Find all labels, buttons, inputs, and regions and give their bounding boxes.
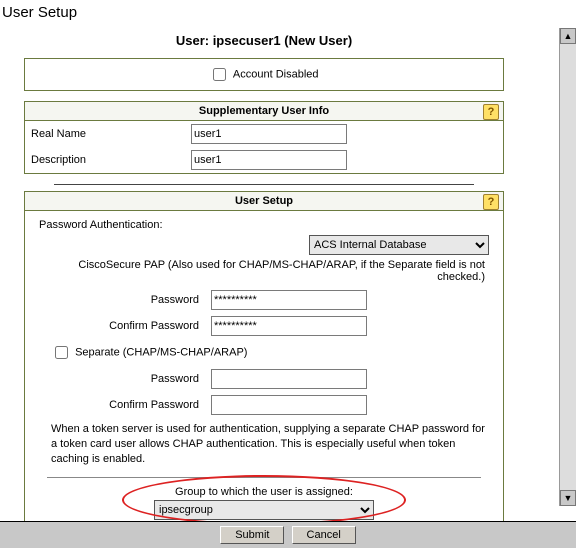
scroll-down-icon[interactable]: ▼ — [560, 490, 576, 506]
help-icon[interactable]: ? — [483, 104, 499, 120]
content-area: User: ipsecuser1 (New User) Account Disa… — [0, 27, 528, 525]
confirm-password-input[interactable] — [211, 316, 367, 336]
token-note: When a token server is used for authenti… — [33, 418, 495, 469]
password-auth-label: Password Authentication: — [33, 217, 495, 233]
button-bar: Submit Cancel — [0, 521, 576, 548]
user-setup-panel: User Setup ? Password Authentication: AC… — [24, 191, 504, 525]
pap-note: CiscoSecure PAP (Also used for CHAP/MS-C… — [33, 257, 495, 287]
supplementary-title: Supplementary User Info — [199, 105, 329, 117]
group-assignment: Group to which the user is assigned: ips… — [73, 486, 455, 520]
scrollbar[interactable]: ▲ ▼ — [559, 28, 576, 506]
user-setup-title: User Setup — [235, 195, 293, 207]
separate-checkbox[interactable] — [55, 346, 68, 359]
cancel-button[interactable]: Cancel — [292, 526, 356, 544]
real-name-label: Real Name — [31, 128, 191, 140]
auth-db-select[interactable]: ACS Internal Database — [309, 235, 489, 255]
supplementary-panel: Supplementary User Info ? Real Name Desc… — [24, 101, 504, 174]
group-label: Group to which the user is assigned: — [73, 486, 455, 498]
description-label: Description — [31, 154, 191, 166]
account-disabled-label: Account Disabled — [233, 68, 319, 80]
help-icon[interactable]: ? — [483, 194, 499, 210]
divider — [54, 184, 474, 185]
separate-label: Separate (CHAP/MS-CHAP/ARAP) — [75, 346, 247, 358]
confirm-password-label: Confirm Password — [39, 320, 211, 332]
user-heading: User: ipsecuser1 (New User) — [24, 33, 504, 48]
sep-password-label: Password — [39, 373, 211, 385]
page-title: User Setup — [0, 0, 576, 27]
sep-password-input[interactable] — [211, 369, 367, 389]
password-label: Password — [39, 294, 211, 306]
divider — [47, 477, 481, 478]
group-select[interactable]: ipsecgroup — [154, 500, 374, 520]
account-disabled-panel: Account Disabled — [24, 58, 504, 91]
account-disabled-checkbox[interactable] — [213, 68, 226, 81]
sep-confirm-input[interactable] — [211, 395, 367, 415]
password-input[interactable] — [211, 290, 367, 310]
submit-button[interactable]: Submit — [220, 526, 284, 544]
scroll-up-icon[interactable]: ▲ — [560, 28, 576, 44]
description-input[interactable] — [191, 150, 347, 170]
sep-confirm-label: Confirm Password — [39, 399, 211, 411]
real-name-input[interactable] — [191, 124, 347, 144]
